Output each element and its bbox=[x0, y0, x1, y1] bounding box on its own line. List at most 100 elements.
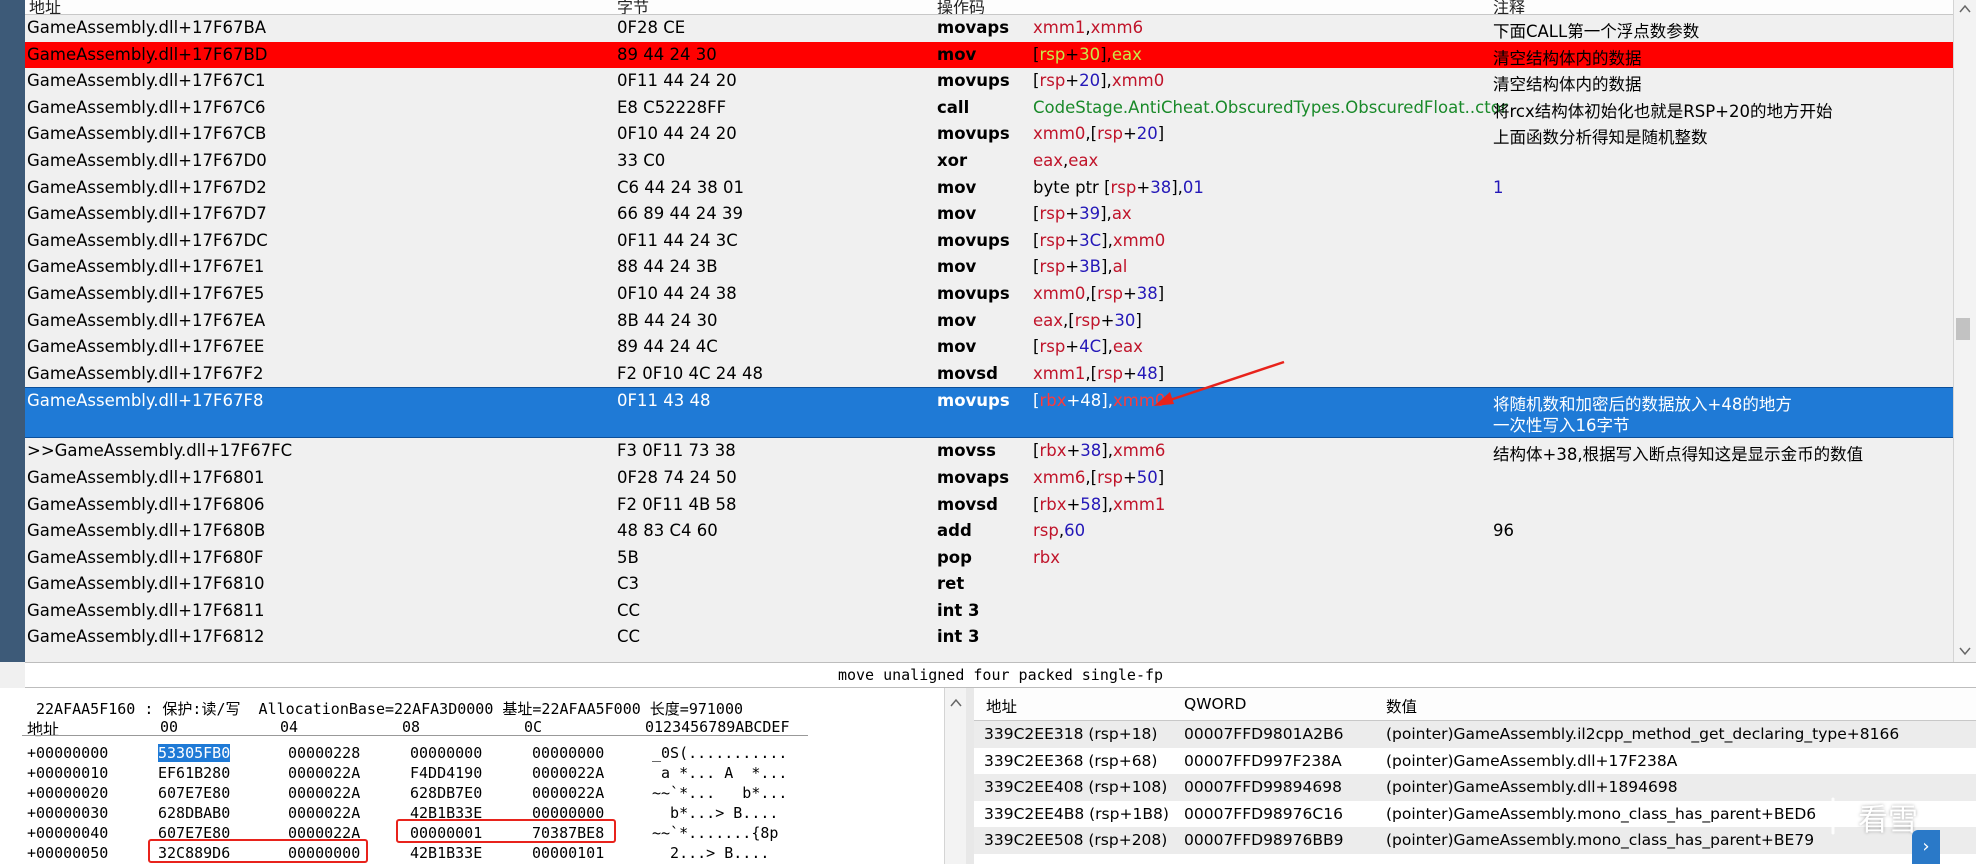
hex-row[interactable]: +00000000 53305FB0 00000228 00000000 0000000… bbox=[0, 744, 940, 763]
stack-column-value[interactable]: 数值 bbox=[1386, 695, 1417, 717]
hex-dword[interactable]: 607E7E80 bbox=[158, 784, 230, 802]
stack-row[interactable]: 339C2EE368 (rsp+68) 00007FFD997F238A (poin… bbox=[974, 748, 1976, 775]
hex-dword[interactable]: 53305FB0 bbox=[158, 744, 231, 762]
chevron-right-icon[interactable]: › bbox=[1912, 830, 1940, 864]
hex-dword[interactable]: 00000101 bbox=[532, 844, 604, 862]
instruction-row[interactable]: GameAssembly.dll+17F680B 48 83 C4 60 add rs… bbox=[25, 518, 1953, 545]
instruction-operands: [rsp+3B],al bbox=[1033, 257, 1127, 276]
memory-region-info: 22AFAA5F160 : 保护:读/写 AllocationBase=22AF… bbox=[36, 700, 744, 718]
hex-scrollbar[interactable] bbox=[944, 688, 966, 864]
instruction-row[interactable]: GameAssembly.dll+17F67EE 89 44 24 4C mov [r… bbox=[25, 334, 1953, 361]
instruction-row[interactable]: GameAssembly.dll+17F67C1 0F11 44 24 20 mov… bbox=[25, 68, 1953, 95]
stack-addr: 339C2EE4B8 (rsp+1B8) bbox=[984, 804, 1169, 823]
instruction-opcode: movups bbox=[937, 71, 1010, 91]
instruction-row[interactable]: GameAssembly.dll+17F6811 CC int 3 bbox=[25, 598, 1953, 625]
instruction-row[interactable]: GameAssembly.dll+17F67F2 F2 0F10 4C 24 48… bbox=[25, 361, 1953, 388]
instruction-address: GameAssembly.dll+17F67C6 bbox=[27, 97, 266, 117]
operand-token: al bbox=[1112, 257, 1128, 277]
instruction-opcode: movups bbox=[937, 391, 1010, 411]
operand-token: 60 bbox=[1064, 521, 1086, 541]
hex-dword[interactable]: 0000022A bbox=[532, 784, 604, 802]
operand-token: ], bbox=[1101, 391, 1113, 411]
instruction-operands: xmm1,xmm6 bbox=[1033, 18, 1143, 37]
hex-offset: +00000040 bbox=[27, 824, 109, 842]
instruction-row[interactable]: GameAssembly.dll+17F6810 C3 ret bbox=[25, 571, 1953, 598]
instruction-bytes: 0F11 44 24 20 bbox=[617, 71, 737, 91]
instruction-row[interactable]: >>GameAssembly.dll+17F67FC F3 0F11 73 38 m… bbox=[25, 438, 1953, 465]
hex-dword[interactable]: 628DBAB0 bbox=[158, 804, 230, 822]
column-opcode[interactable]: 操作码 bbox=[937, 0, 985, 14]
instruction-row[interactable]: GameAssembly.dll+17F67BA 0F28 CE movaps xmm… bbox=[25, 15, 1953, 42]
instruction-comment: 1 bbox=[1493, 177, 1504, 197]
stack-column-address[interactable]: 地址 bbox=[986, 695, 1017, 717]
instruction-row[interactable]: GameAssembly.dll+17F67D7 66 89 44 24 39 mo… bbox=[25, 201, 1953, 228]
operand-token: ,[ bbox=[1085, 467, 1098, 487]
instruction-opcode: mov bbox=[937, 204, 977, 224]
instruction-row[interactable]: GameAssembly.dll+17F67E1 88 44 24 3B mov [r… bbox=[25, 254, 1953, 281]
hex-row[interactable]: +00000050 32C889D6 00000000 42B1B33E 0000010… bbox=[0, 844, 940, 863]
instruction-address: GameAssembly.dll+17F67D2 bbox=[27, 177, 267, 197]
instruction-bytes: 66 89 44 24 39 bbox=[617, 204, 743, 224]
hex-row[interactable]: +00000010 EF61B280 0000022A F4DD4190 0000022… bbox=[0, 764, 940, 783]
hex-ascii: b*...> B.... bbox=[652, 804, 779, 822]
instruction-opcode: int 3 bbox=[937, 600, 980, 620]
operand-token: xmm6 bbox=[1033, 467, 1086, 487]
hex-dword[interactable]: 00000000 bbox=[532, 744, 604, 762]
instruction-row[interactable]: GameAssembly.dll+17F6812 CC int 3 bbox=[25, 624, 1953, 651]
instruction-row[interactable]: GameAssembly.dll+17F67E5 0F10 44 24 38 mov… bbox=[25, 281, 1953, 308]
hex-offset: +00000030 bbox=[27, 804, 109, 822]
stack-column-qword[interactable]: QWORD bbox=[1184, 695, 1246, 713]
instruction-bytes: 0F28 74 24 50 bbox=[617, 467, 737, 487]
operand-token: 3B bbox=[1079, 257, 1101, 277]
instruction-address: GameAssembly.dll+17F67DC bbox=[27, 230, 268, 250]
instruction-row[interactable]: GameAssembly.dll+17F67D2 C6 44 24 38 01 mo… bbox=[25, 175, 1953, 202]
operand-token: xmm0 bbox=[1111, 71, 1165, 91]
stack-qword: 00007FFD98976BB9 bbox=[1184, 831, 1344, 849]
column-address[interactable]: 地址 bbox=[29, 0, 61, 14]
scroll-down-icon[interactable] bbox=[1959, 646, 1971, 656]
instruction-opcode: mov bbox=[937, 257, 977, 277]
hex-dword[interactable]: 42B1B33E bbox=[410, 844, 482, 862]
scrollbar-thumb[interactable] bbox=[1956, 318, 1970, 340]
hex-dword[interactable]: 00000228 bbox=[288, 744, 360, 762]
stack-row[interactable]: 339C2EE318 (rsp+18) 00007FFD9801A2B6 (poin… bbox=[974, 721, 1976, 748]
scroll-up-icon[interactable] bbox=[1959, 4, 1971, 14]
instruction-row[interactable]: GameAssembly.dll+17F680F 5B pop rbx bbox=[25, 545, 1953, 572]
stack-value: (pointer)GameAssembly.il2cpp_method_get_… bbox=[1386, 725, 1900, 743]
operand-token: + bbox=[1065, 230, 1080, 250]
instruction-bytes: 89 44 24 4C bbox=[617, 337, 718, 357]
hex-dword[interactable]: EF61B280 bbox=[158, 764, 230, 782]
instruction-opcode: call bbox=[937, 97, 970, 117]
instruction-address: GameAssembly.dll+17F6806 bbox=[27, 494, 265, 514]
instruction-row[interactable]: GameAssembly.dll+17F67DC 0F11 44 24 3C mov… bbox=[25, 228, 1953, 255]
instruction-row[interactable]: GameAssembly.dll+17F67BD 89 44 24 30 mov [r… bbox=[25, 41, 1953, 69]
instruction-row[interactable]: GameAssembly.dll+17F67C6 E8 C52228FF call C… bbox=[25, 95, 1953, 122]
instruction-operands: [rsp+20],xmm0 bbox=[1033, 71, 1164, 90]
instruction-row[interactable]: GameAssembly.dll+17F67F8 0F11 43 48 movups… bbox=[25, 387, 1953, 439]
hex-row[interactable]: +00000020 607E7E80 0000022A 628DB7E0 0000022… bbox=[0, 784, 940, 803]
pane-splitter[interactable] bbox=[966, 688, 974, 864]
instruction-row[interactable]: GameAssembly.dll+17F67CB 0F10 44 24 20 mov… bbox=[25, 121, 1953, 148]
operand-token: 38 bbox=[1080, 441, 1102, 461]
hex-dump-view[interactable]: 22AFAA5F160 : 保护:读/写 AllocationBase=22AF… bbox=[0, 688, 966, 864]
stack-view[interactable]: 地址 QWORD 数值 339C2EE318 (rsp+18) 00007FFD9… bbox=[974, 688, 1976, 864]
instruction-row[interactable]: GameAssembly.dll+17F6801 0F28 74 24 50 mov… bbox=[25, 465, 1953, 492]
hex-dword[interactable]: 0000022A bbox=[532, 764, 604, 782]
hex-column-0c: 0C bbox=[524, 718, 543, 736]
scroll-up-icon[interactable] bbox=[950, 698, 962, 708]
hex-dword[interactable]: F4DD4190 bbox=[410, 764, 482, 782]
hex-dword[interactable]: 0000022A bbox=[288, 784, 360, 802]
column-comment[interactable]: 注释 bbox=[1493, 0, 1525, 14]
hex-dword[interactable]: 628DB7E0 bbox=[410, 784, 482, 802]
column-bytes[interactable]: 字节 bbox=[617, 0, 649, 14]
instruction-bytes: 0F10 44 24 20 bbox=[617, 124, 737, 144]
instruction-row[interactable]: GameAssembly.dll+17F67EA 8B 44 24 30 mov ea… bbox=[25, 308, 1953, 335]
hex-dword[interactable]: 0000022A bbox=[288, 804, 360, 822]
hex-dword[interactable]: 00000000 bbox=[410, 744, 482, 762]
hex-offset: +00000000 bbox=[27, 744, 109, 762]
disassembly-view[interactable]: 地址 字节 操作码 注释 GameAssembly.dll+17F67BA 0F2… bbox=[0, 0, 1976, 662]
hex-dword[interactable]: 0000022A bbox=[288, 764, 360, 782]
instruction-row[interactable]: GameAssembly.dll+17F6806 F2 0F11 4B 58 mov… bbox=[25, 492, 1953, 519]
instruction-bytes: 0F11 43 48 bbox=[617, 391, 711, 411]
instruction-row[interactable]: GameAssembly.dll+17F67D0 33 C0 xor eax,eax bbox=[25, 148, 1953, 175]
